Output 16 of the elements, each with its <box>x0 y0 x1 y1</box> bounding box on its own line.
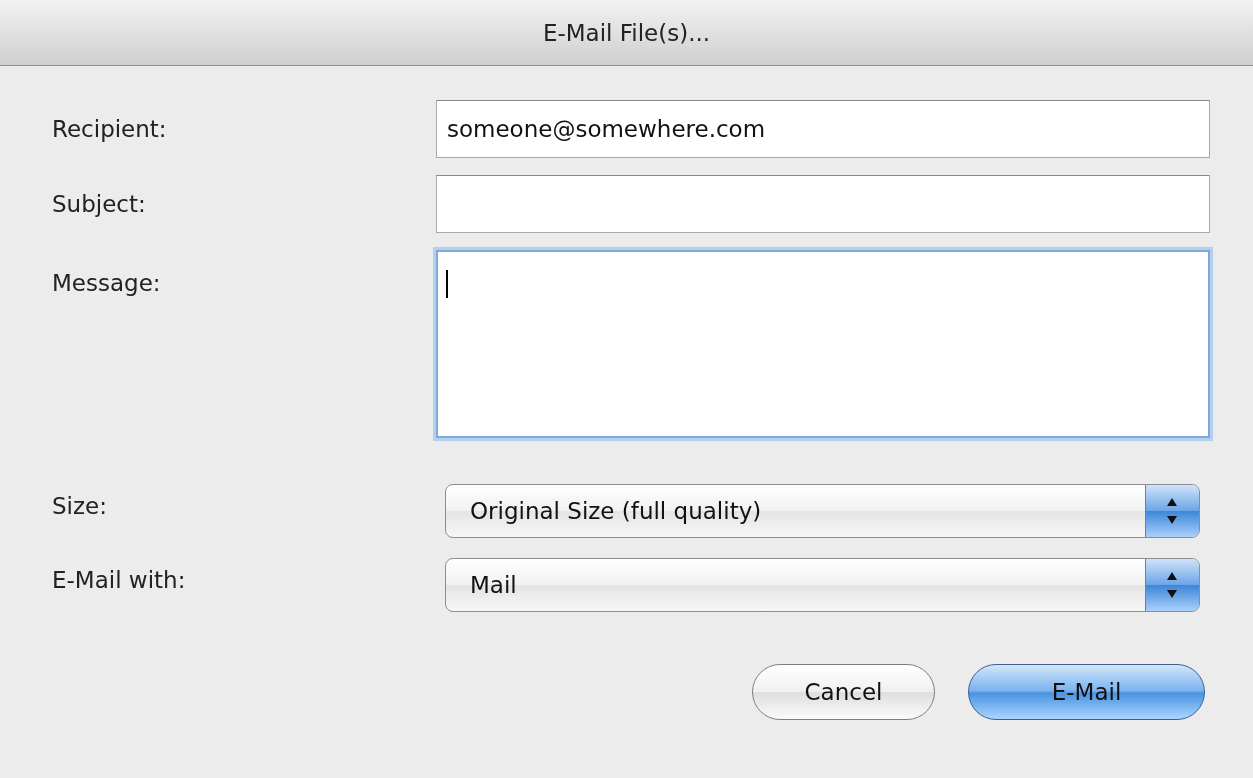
default-button[interactable]: E-Mail <box>968 664 1205 720</box>
field-label: Recipient: <box>51 116 168 142</box>
field-label: Subject: <box>51 191 147 217</box>
up-down-arrows-icon <box>1145 485 1199 537</box>
popup-menu[interactable]: Original Size (full quality) <box>445 484 1200 538</box>
popup-label: Size: <box>51 493 108 519</box>
up-down-arrows-icon <box>1145 559 1199 611</box>
message-field[interactable] <box>436 250 1210 438</box>
text-field[interactable] <box>436 175 1210 233</box>
popup-label: E-Mail with: <box>51 567 187 593</box>
text-field[interactable]: someone@somewhere.com <box>436 100 1210 158</box>
text-cursor <box>446 270 448 298</box>
field-label: Message: <box>51 269 162 296</box>
popup-menu[interactable]: Mail <box>445 558 1200 612</box>
window-title: E-Mail File(s)... <box>542 19 711 46</box>
cancel-button[interactable]: Cancel <box>752 664 935 720</box>
